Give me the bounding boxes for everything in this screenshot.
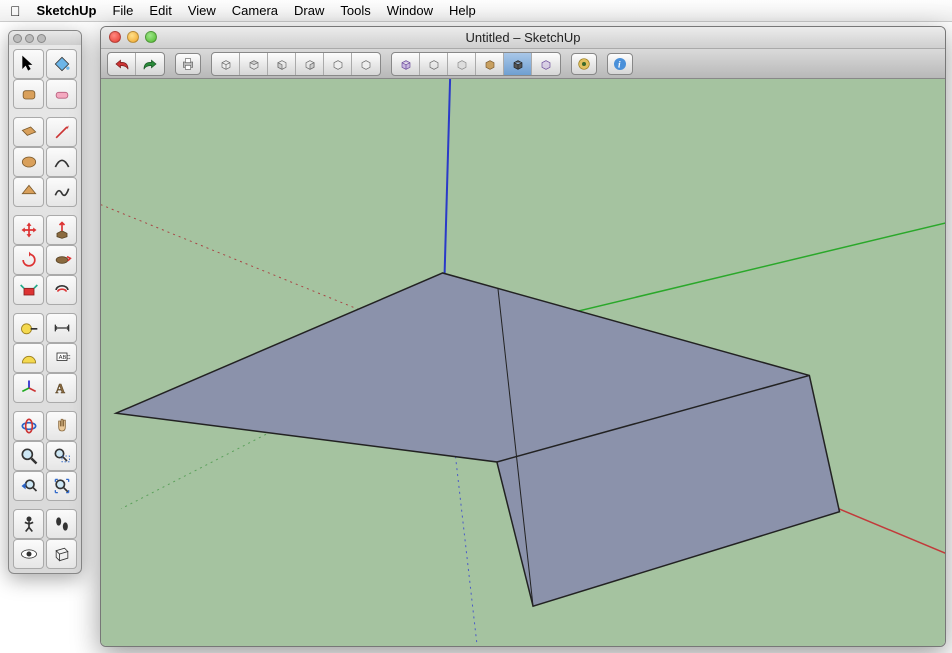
protractor-tool[interactable] — [13, 343, 44, 373]
rectangle-face[interactable] — [116, 273, 839, 606]
orbit-tool[interactable] — [13, 411, 44, 441]
position-camera-tool[interactable] — [13, 509, 44, 539]
menu-view[interactable]: View — [188, 3, 216, 18]
view-iso-button[interactable] — [212, 53, 240, 75]
text-tool[interactable]: ABC — [46, 343, 77, 373]
window-zoom-icon[interactable] — [145, 31, 157, 43]
window-close-icon[interactable] — [109, 31, 121, 43]
svg-text:A: A — [55, 381, 65, 396]
system-menubar:  SketchUp File Edit View Camera Draw To… — [0, 0, 952, 22]
menu-file[interactable]: File — [112, 3, 133, 18]
view-front-button[interactable] — [268, 53, 296, 75]
document-title: Untitled – SketchUp — [466, 30, 581, 45]
svg-text:ABC: ABC — [58, 355, 70, 361]
menu-window[interactable]: Window — [387, 3, 433, 18]
push-pull-tool[interactable] — [46, 215, 77, 245]
svg-text:i: i — [618, 60, 621, 70]
rotate-tool[interactable] — [13, 245, 44, 275]
tape-measure-tool[interactable] — [13, 313, 44, 343]
document-titlebar[interactable]: Untitled – SketchUp — [101, 27, 945, 49]
apple-menu-icon[interactable]:  — [10, 3, 21, 19]
view-top-button[interactable] — [240, 53, 268, 75]
paint-bucket-tool[interactable] — [46, 49, 77, 79]
eraser-large-tool[interactable] — [13, 79, 44, 109]
help-button[interactable]: i — [607, 53, 633, 75]
3d-viewport[interactable] — [101, 79, 945, 646]
window-minimize-icon[interactable] — [127, 31, 139, 43]
app-menu[interactable]: SketchUp — [37, 3, 97, 18]
menu-help[interactable]: Help — [449, 3, 476, 18]
arc-tool[interactable] — [46, 147, 77, 177]
style-hidden-line-button[interactable] — [420, 53, 448, 75]
polygon-tool[interactable] — [13, 177, 44, 207]
look-around-tool[interactable] — [13, 539, 44, 569]
zoom-window-tool[interactable] — [46, 441, 77, 471]
offset-tool[interactable] — [46, 275, 77, 305]
model-info-button[interactable] — [571, 53, 597, 75]
zoom-tool[interactable] — [13, 441, 44, 471]
dimension-tool[interactable] — [46, 313, 77, 343]
view-right-button[interactable] — [296, 53, 324, 75]
style-xray-button[interactable] — [532, 53, 560, 75]
palette-close-icon[interactable] — [13, 34, 22, 43]
print-button[interactable] — [175, 53, 201, 75]
eraser-tool[interactable] — [46, 79, 77, 109]
move-tool[interactable] — [13, 215, 44, 245]
palette-min-icon[interactable] — [25, 34, 34, 43]
zoom-extents-tool[interactable] — [46, 471, 77, 501]
view-back-button[interactable] — [324, 53, 352, 75]
style-shaded-button[interactable] — [448, 53, 476, 75]
previous-view-tool[interactable] — [13, 471, 44, 501]
palette-zoom-icon[interactable] — [37, 34, 46, 43]
style-wireframe-button[interactable] — [392, 53, 420, 75]
select-tool[interactable] — [13, 49, 44, 79]
3d-text-tool[interactable]: A — [46, 373, 77, 403]
document-toolbar: i — [101, 49, 945, 79]
tool-palette-window[interactable]: ABC A — [8, 30, 82, 574]
redo-button[interactable] — [136, 53, 164, 75]
menu-camera[interactable]: Camera — [232, 3, 278, 18]
section-plane-tool[interactable] — [46, 539, 77, 569]
circle-tool[interactable] — [13, 147, 44, 177]
freehand-tool[interactable] — [46, 177, 77, 207]
rectangle-tool[interactable] — [13, 117, 44, 147]
view-left-button[interactable] — [352, 53, 380, 75]
line-tool[interactable] — [46, 117, 77, 147]
follow-me-tool[interactable] — [46, 245, 77, 275]
menu-tools[interactable]: Tools — [340, 3, 370, 18]
menu-edit[interactable]: Edit — [149, 3, 171, 18]
axes-tool[interactable] — [13, 373, 44, 403]
style-shaded-textures-button[interactable] — [476, 53, 504, 75]
walk-tool[interactable] — [46, 509, 77, 539]
document-window: Untitled – SketchUp — [100, 26, 946, 647]
pan-tool[interactable] — [46, 411, 77, 441]
style-monochrome-button[interactable] — [504, 53, 532, 75]
menu-draw[interactable]: Draw — [294, 3, 324, 18]
palette-titlebar[interactable] — [9, 31, 81, 45]
scale-tool[interactable] — [13, 275, 44, 305]
undo-button[interactable] — [108, 53, 136, 75]
